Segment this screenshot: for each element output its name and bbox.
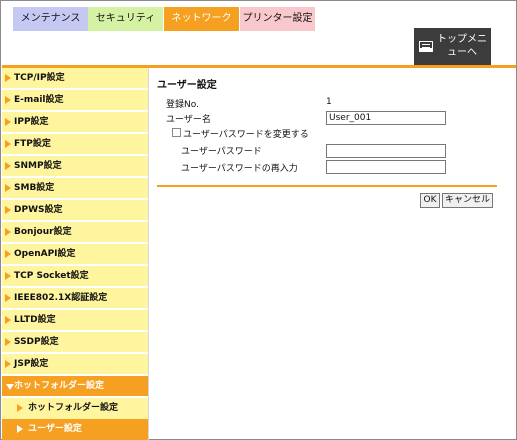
sidebar-item-label: ホットフォルダー設定 (14, 381, 105, 391)
password-input[interactable] (326, 144, 446, 158)
arrow-right-icon (5, 96, 11, 104)
password-label: ユーザーパスワード (181, 147, 262, 157)
sidebar-item-label: FTP設定 (14, 139, 51, 149)
arrow-down-icon (6, 384, 14, 390)
tab-printer-settings[interactable]: プリンター設定 (240, 7, 315, 31)
sidebar-item-label: TCP Socket設定 (14, 271, 89, 281)
sidebar-item-tcp-socket[interactable]: TCP Socket設定 (2, 266, 148, 287)
sidebar-subitem-label: ユーザー設定 (28, 424, 82, 434)
sidebar-item-label: JSP設定 (14, 359, 49, 369)
sidebar-item-label: TCP/IP設定 (14, 73, 65, 83)
arrow-right-icon (17, 404, 23, 412)
arrow-right-icon (5, 316, 11, 324)
arrow-right-icon (5, 74, 11, 82)
sidebar-item-label: LLTD設定 (14, 315, 56, 325)
sidebar-item-label: SSDP設定 (14, 337, 59, 347)
tab-security[interactable]: セキュリティ (88, 7, 163, 31)
sidebar-item-label: SNMP設定 (14, 161, 62, 171)
sidebar-item-label: IPP設定 (14, 117, 49, 127)
reg-no-value: 1 (326, 97, 332, 107)
sidebar-item-label: Bonjour設定 (14, 227, 72, 237)
user-name-input[interactable] (326, 111, 446, 125)
sidebar-item-label: IEEE802.1X認証設定 (14, 293, 108, 303)
sidebar-item-bonjour[interactable]: Bonjour設定 (2, 222, 148, 243)
top-menu-button[interactable]: トップメニューへ (414, 28, 491, 65)
sidebar-item-dpws[interactable]: DPWS設定 (2, 200, 148, 221)
sidebar-item-lltd[interactable]: LLTD設定 (2, 310, 148, 331)
sidebar-item-email[interactable]: E-mail設定 (2, 90, 148, 111)
sidebar-item-ipp[interactable]: IPP設定 (2, 112, 148, 133)
reg-no-label: 登録No. (166, 100, 199, 110)
sidebar-item-label: OpenAPI設定 (14, 249, 76, 259)
arrow-right-icon (5, 250, 11, 258)
section-title: ユーザー設定 (157, 80, 217, 91)
sidebar-item-jsp[interactable]: JSP設定 (2, 354, 148, 375)
arrow-right-icon (5, 294, 11, 302)
tab-maintenance[interactable]: メンテナンス (13, 7, 88, 31)
change-password-checkbox[interactable] (172, 128, 181, 137)
arrow-right-icon (17, 425, 23, 433)
password-confirm-input[interactable] (326, 160, 446, 174)
sidebar-subitem-label: ホットフォルダー設定 (28, 403, 119, 413)
arrow-right-icon (5, 338, 11, 346)
password-confirm-label: ユーザーパスワードの再入力 (181, 164, 298, 174)
sidebar-item-openapi[interactable]: OpenAPI設定 (2, 244, 148, 265)
sidebar-subitem-hot-folder-settings[interactable]: ホットフォルダー設定 (2, 398, 148, 419)
sidebar-item-tcpip[interactable]: TCP/IP設定 (2, 68, 148, 89)
arrow-right-icon (5, 360, 11, 368)
user-name-label: ユーザー名 (166, 115, 211, 125)
sidebar-item-ieee8021x[interactable]: IEEE802.1X認証設定 (2, 288, 148, 309)
sidebar-item-smb[interactable]: SMB設定 (2, 178, 148, 199)
tab-network[interactable]: ネットワーク (164, 7, 239, 31)
change-password-label: ユーザーパスワードを変更する (183, 130, 309, 140)
form-divider (157, 185, 497, 187)
display-icon (419, 41, 433, 52)
sidebar-item-label: DPWS設定 (14, 205, 63, 215)
top-menu-label: トップメニューへ (437, 34, 487, 58)
arrow-right-icon (5, 184, 11, 192)
arrow-right-icon (5, 228, 11, 236)
page-frame: メンテナンス セキュリティ ネットワーク プリンター設定 トップメニューへ TC… (0, 0, 517, 440)
cancel-button[interactable]: キャンセル (442, 193, 493, 208)
arrow-right-icon (5, 162, 11, 170)
sidebar-item-label: E-mail設定 (14, 95, 64, 105)
ok-button[interactable]: OK (420, 193, 440, 208)
sidebar: TCP/IP設定 E-mail設定 IPP設定 FTP設定 SNMP設定 SMB… (2, 68, 149, 440)
arrow-right-icon (5, 272, 11, 280)
sidebar-item-label: SMB設定 (14, 183, 55, 193)
sidebar-subitem-user-settings[interactable]: ユーザー設定 (2, 419, 148, 440)
sidebar-item-ssdp[interactable]: SSDP設定 (2, 332, 148, 353)
arrow-right-icon (5, 206, 11, 214)
arrow-right-icon (5, 118, 11, 126)
sidebar-item-hot-folder[interactable]: ホットフォルダー設定 (2, 376, 148, 397)
sidebar-item-snmp[interactable]: SNMP設定 (2, 156, 148, 177)
arrow-right-icon (5, 140, 11, 148)
sidebar-item-ftp[interactable]: FTP設定 (2, 134, 148, 155)
